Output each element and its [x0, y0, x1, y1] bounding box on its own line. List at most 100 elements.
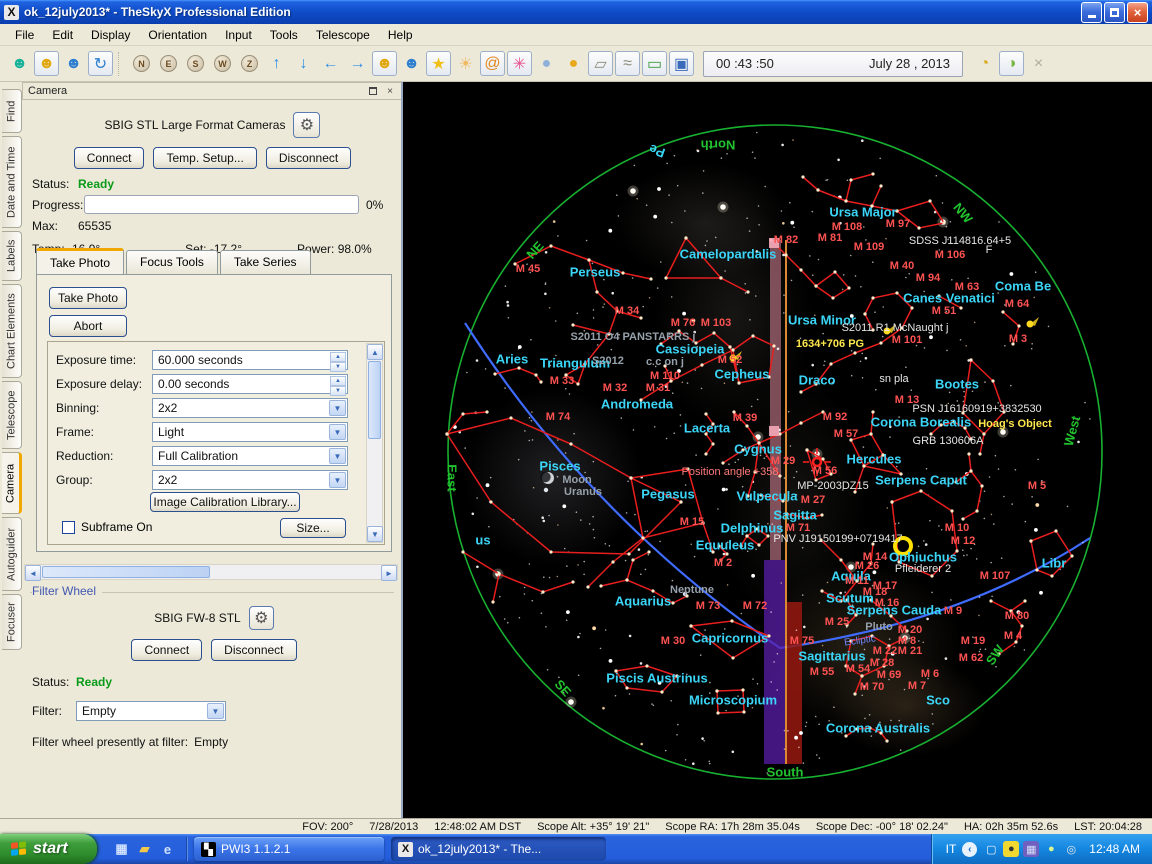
sidebar-tab-camera[interactable]: Camera: [2, 452, 22, 514]
person-blue2-icon[interactable]: ☻: [399, 51, 424, 76]
menu-input[interactable]: Input: [216, 25, 261, 45]
look-zenith-icon[interactable]: Z: [237, 51, 262, 76]
sidebar-tab-focuser[interactable]: Focuser: [2, 594, 22, 650]
exposure-delay-input[interactable]: 0.00 seconds▲▼: [152, 374, 348, 394]
person-yellow-icon[interactable]: ☻: [34, 51, 59, 76]
camera-connect-button[interactable]: Connect: [74, 147, 145, 169]
look-west-icon[interactable]: W: [210, 51, 235, 76]
hscroll-thumb[interactable]: [42, 566, 210, 578]
filter-wheel-settings-gear-icon[interactable]: ⚙: [249, 606, 274, 630]
chevron-down-icon[interactable]: ▼: [329, 472, 346, 488]
subframe-checkbox[interactable]: [62, 521, 75, 534]
menu-telescope[interactable]: Telescope: [307, 25, 379, 45]
reduction-select[interactable]: Full Calibration▼: [152, 446, 348, 466]
labels-icon[interactable]: ▱: [588, 51, 613, 76]
chevron-down-icon[interactable]: ▼: [329, 424, 346, 440]
scroll-left-icon[interactable]: ◄: [25, 565, 41, 581]
chevron-down-icon[interactable]: ▼: [207, 703, 224, 719]
star-icon[interactable]: ★: [426, 51, 451, 76]
time-date-display[interactable]: 00 :43 :50 July 28 , 2013: [703, 51, 963, 77]
tab-take-photo[interactable]: Take Photo: [36, 248, 124, 274]
fov-rect-icon[interactable]: ▭: [642, 51, 667, 76]
task-button-theskyx[interactable]: Xok_12july2013* - The...: [391, 837, 606, 861]
time-clear-icon[interactable]: ×: [1026, 51, 1051, 76]
sidebar-tab-chart-elements[interactable]: Chart Elements: [2, 284, 22, 378]
menu-orientation[interactable]: Orientation: [139, 25, 216, 45]
galaxy-icon[interactable]: @: [480, 51, 505, 76]
sidebar-tab-find[interactable]: Find: [2, 89, 22, 133]
panel-float-icon[interactable]: [366, 84, 380, 98]
tab-take-series[interactable]: Take Series: [220, 250, 311, 276]
close-button[interactable]: ×: [1127, 2, 1148, 23]
menu-help[interactable]: Help: [379, 25, 422, 45]
spinner-arrows[interactable]: ▲▼: [330, 352, 346, 368]
take-photo-button[interactable]: Take Photo: [49, 287, 127, 309]
menu-edit[interactable]: Edit: [43, 25, 82, 45]
scroll-thumb[interactable]: [368, 361, 381, 439]
show-desktop-icon[interactable]: ▦: [113, 841, 130, 858]
start-button[interactable]: start: [0, 834, 97, 864]
camera-temp-setup-button[interactable]: Temp. Setup...: [153, 147, 256, 169]
time-now-icon[interactable]: ◑: [999, 51, 1024, 76]
exposure-time-input[interactable]: 60.000 seconds▲▼: [152, 350, 348, 370]
person-blue-icon[interactable]: ☻: [61, 51, 86, 76]
look-north-icon[interactable]: N: [129, 51, 154, 76]
sidebar-tab-autoguider[interactable]: Autoguider: [2, 517, 22, 591]
filter-select[interactable]: Empty ▼: [76, 701, 226, 721]
pan-down-icon[interactable]: ↓: [291, 51, 316, 76]
chevron-down-icon[interactable]: ▼: [329, 448, 346, 464]
minimize-button[interactable]: [1081, 2, 1102, 23]
tray-network-icon[interactable]: ▦: [1023, 841, 1039, 857]
tray-chevron-icon[interactable]: ‹: [962, 842, 977, 857]
browser-icon[interactable]: e: [159, 841, 176, 858]
menu-display[interactable]: Display: [82, 25, 139, 45]
task-button-pwi3[interactable]: ▚PWI3 1.1.2.1: [194, 837, 384, 861]
filter-wheel-connect-button[interactable]: Connect: [131, 639, 202, 661]
folder-icon[interactable]: ▰: [136, 841, 153, 858]
form-vertical-scrollbar[interactable]: ▲ ▼: [366, 343, 383, 543]
scroll-down-icon[interactable]: ▼: [367, 526, 383, 542]
scroll-right-icon[interactable]: ►: [381, 565, 397, 581]
chevron-down-icon[interactable]: ▼: [329, 400, 346, 416]
tab-focus-tools[interactable]: Focus Tools: [126, 250, 218, 276]
panel-close-icon[interactable]: ×: [383, 84, 397, 98]
size-button[interactable]: Size...: [280, 518, 346, 538]
display-icon[interactable]: ▣: [669, 51, 694, 76]
abort-button[interactable]: Abort: [49, 315, 127, 337]
chart-line-icon[interactable]: ≈: [615, 51, 640, 76]
restore-view-icon[interactable]: ↻: [88, 51, 113, 76]
look-south-icon[interactable]: S: [183, 51, 208, 76]
sky-chart[interactable]: PerseusCamelopardalisUrsa MajorUrsa Mino…: [403, 82, 1152, 818]
language-indicator[interactable]: IT: [946, 842, 957, 856]
tray-camera-icon[interactable]: ◎: [1063, 841, 1079, 857]
pan-up-icon[interactable]: ↑: [264, 51, 289, 76]
menu-tools[interactable]: Tools: [261, 25, 307, 45]
tray-window-icon[interactable]: ▢: [983, 841, 999, 857]
maximize-button[interactable]: [1104, 2, 1125, 23]
nebula-icon[interactable]: ✳: [507, 51, 532, 76]
spinner-arrows[interactable]: ▲▼: [330, 376, 346, 392]
sidebar-tab-telescope[interactable]: Telescope: [2, 381, 22, 449]
time-skip-icon[interactable]: ◔: [972, 51, 997, 76]
pan-right-icon[interactable]: →: [345, 51, 370, 76]
person-yellow2-icon[interactable]: ☻: [372, 51, 397, 76]
camera-disconnect-button[interactable]: Disconnect: [266, 147, 351, 169]
dock-horizontal-scrollbar[interactable]: ◄ ►: [24, 564, 398, 580]
bell-yellow-icon[interactable]: ●: [561, 51, 586, 76]
group-select[interactable]: 2x2▼: [152, 470, 348, 490]
sidebar-tab-date-and-time[interactable]: Date and Time: [2, 136, 22, 228]
pan-left-icon[interactable]: ←: [318, 51, 343, 76]
tray-leaf-icon[interactable]: ●: [1043, 841, 1059, 857]
sidebar-tab-labels[interactable]: Labels: [2, 231, 22, 281]
camera-settings-gear-icon[interactable]: ⚙: [293, 112, 320, 138]
bell-blue-icon[interactable]: ●: [534, 51, 559, 76]
autosave-button[interactable]: AutoSave: [280, 544, 346, 545]
menu-file[interactable]: File: [6, 25, 43, 45]
zoom-person-icon[interactable]: ☻: [7, 51, 32, 76]
scroll-up-icon[interactable]: ▲: [367, 344, 383, 360]
look-east-icon[interactable]: E: [156, 51, 181, 76]
binning-select[interactable]: 2x2▼: [152, 398, 348, 418]
image-calibration-library-button[interactable]: Image Calibration Library...: [150, 492, 300, 512]
frame-select[interactable]: Light▼: [152, 422, 348, 442]
sun-icon[interactable]: ☀: [453, 51, 478, 76]
